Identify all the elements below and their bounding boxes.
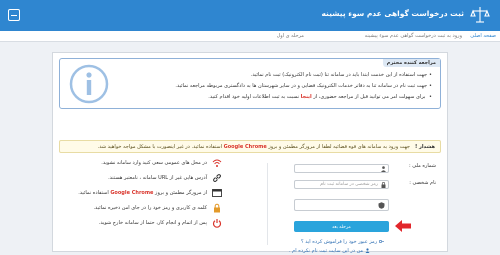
breadcrumb-home[interactable]: صفحه اصلی: [470, 33, 496, 39]
warning-text: استفاده نمائید. در غیر اینصورت با مشکل م…: [97, 144, 222, 150]
national-code-input[interactable]: [294, 164, 389, 173]
wifi-icon: [212, 159, 222, 167]
user-icon: [381, 166, 386, 172]
captcha-input[interactable]: [294, 199, 389, 211]
arrow-left-icon: [395, 220, 411, 232]
register-here-link[interactable]: اینجا: [301, 94, 312, 100]
main-panel: مراجعه کننده محترم جهت استفاده از این خد…: [52, 52, 448, 254]
justice-logo-icon: [470, 7, 490, 23]
notice-box: مراجعه کننده محترم جهت استفاده از این خد…: [59, 58, 441, 109]
tip-text: از مرورگر مطمئن و بروز Google Chrome است…: [78, 190, 207, 196]
tip-text: در محل های عمومی سعی کنید وارد سامانه نش…: [101, 160, 207, 166]
notice-line-text: نسبت به ثبت اطلاعات اولیه خود اقدام کنید…: [208, 94, 300, 100]
password-input[interactable]: رمز شخصی در سامانه ثبت نام: [294, 180, 389, 189]
user-plus-icon: [365, 248, 370, 253]
breadcrumb: صفحه اصلی ورود به ثبت درخواست گواهی عدم …: [0, 31, 500, 42]
notice-line: جهت استفاده از این خدمت ابتدا باید در سا…: [251, 72, 432, 78]
forgot-password-text: رمز عبور خود را فراموش کرده اید ؟: [301, 239, 378, 245]
url-icon: [213, 174, 221, 182]
browser-name: Google Chrome: [110, 190, 154, 196]
divider: [267, 163, 268, 245]
tip-text-part: از مرورگر مطمئن و بروز: [155, 190, 207, 196]
username-label: نام شخصی :: [409, 180, 436, 186]
app-header: ثبت درخواست گواهی عدم سوء پیشینه: [0, 0, 500, 31]
breadcrumb-item: ورود به ثبت درخواست گواهی عدم سوء پیشینه: [364, 33, 462, 39]
notice-line-text: برای سهولت امر می توانید قبل از مراجعه ح…: [313, 94, 426, 100]
notice-heading: مراجعه کننده محترم: [382, 59, 440, 67]
tip-text: پس از اتمام و انجام کار، حتما از سامانه …: [98, 220, 207, 226]
browser-name: Google Chrome: [223, 144, 267, 150]
next-step-label: مرحله بعد: [332, 223, 351, 230]
tip-text: آدرس هایی غیر از URL سامانه ، نامعتبر هس…: [108, 175, 207, 181]
warning-text: جهت ورود به سامانه های قوه قضائیه لطفا ا…: [268, 144, 410, 150]
register-link[interactable]: من در این سایت ثبت نام نکرده ام .: [289, 248, 370, 254]
shield-icon: [378, 202, 385, 209]
register-text: من در این سایت ثبت نام نکرده ام .: [289, 248, 364, 254]
warning-label: هشدار !: [414, 144, 435, 150]
notice-line: جهت ثبت نام در سامانه ثنا به دفاتر خدمات…: [175, 83, 432, 89]
info-icon: [69, 64, 109, 104]
browser-warning: هشدار ! جهت ورود به سامانه های قوه قضائی…: [59, 140, 441, 153]
warning-message: جهت ورود به سامانه های قوه قضائیه لطفا ا…: [98, 144, 410, 150]
national-code-label: شماره ملی :: [408, 163, 436, 169]
next-step-button[interactable]: مرحله بعد: [294, 221, 389, 232]
page-title: ثبت درخواست گواهی عدم سوء پیشینه: [321, 9, 465, 18]
breadcrumb-item: مرحله ی اول: [276, 33, 304, 39]
logout-icon[interactable]: [8, 9, 20, 21]
tip-text-part: استفاده نمائید.: [78, 190, 109, 196]
key-icon: [379, 240, 385, 243]
power-icon: [212, 219, 222, 228]
tip-text: کلمه ی کاربری و رمز خود را در جای امن ذخ…: [93, 205, 207, 211]
lock-icon: [381, 182, 386, 188]
browser-icon: [212, 189, 222, 197]
notice-line: برای سهولت امر می توانید قبل از مراجعه ح…: [208, 94, 432, 100]
forgot-password-link[interactable]: رمز عبور خود را فراموش کرده اید ؟: [301, 239, 385, 245]
lock-icon: [214, 203, 220, 213]
password-placeholder: رمز شخصی در سامانه ثبت نام: [320, 182, 378, 187]
